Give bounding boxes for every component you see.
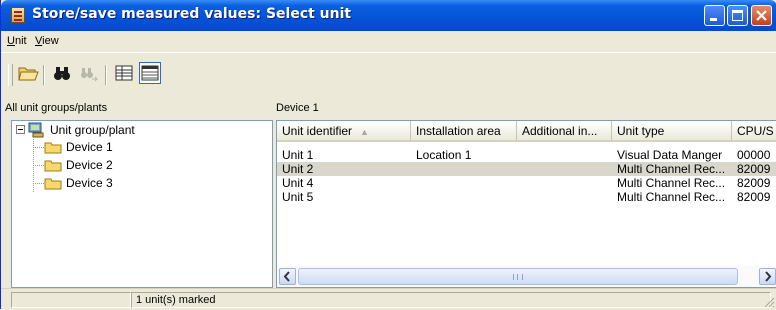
- scroll-right-button[interactable]: [759, 268, 776, 285]
- folder-icon: [44, 178, 62, 190]
- window-title: Store/save measured values: Select unit: [32, 6, 352, 22]
- arrow-left-icon: [283, 271, 290, 282]
- plant-computer-icon: [28, 122, 44, 138]
- status-panel-empty: [11, 292, 131, 308]
- tree-root[interactable]: Unit group/plant: [12, 121, 262, 139]
- column-label: Additional in...: [522, 124, 598, 138]
- close-button[interactable]: [751, 5, 772, 26]
- list-view-icon[interactable]: [139, 62, 161, 84]
- column-header-additional-info[interactable]: Additional in...: [517, 121, 612, 142]
- menu-bar: Unit View: [1, 31, 776, 52]
- folder-icon: [44, 142, 62, 154]
- column-label: Unit identifier: [282, 124, 353, 138]
- collapse-icon[interactable]: [16, 125, 25, 134]
- horizontal-scrollbar[interactable]: [277, 266, 776, 287]
- column-header-unit-identifier[interactable]: Unit identifier ▲: [277, 121, 411, 142]
- open-folder-icon[interactable]: [17, 62, 39, 84]
- minimize-icon: [710, 18, 717, 21]
- tree-connector: [33, 165, 44, 166]
- cell-unit-identifier: Unit 2: [282, 162, 314, 176]
- left-pane-header: All unit groups/plants: [5, 102, 108, 114]
- arrow-right-icon: [765, 271, 772, 282]
- cell-unit-identifier: Unit 4: [282, 176, 314, 190]
- menu-unit-rest: nit: [14, 35, 27, 47]
- minimize-button[interactable]: [704, 5, 725, 26]
- maximize-button[interactable]: [727, 5, 748, 26]
- cell-cpu: 82009: [737, 176, 771, 190]
- close-icon: [756, 10, 767, 21]
- cell-unit-type: Visual Data Manger: [617, 148, 723, 162]
- cell-unit-identifier: Unit 5: [282, 190, 314, 204]
- toolbar-grip[interactable]: [8, 64, 13, 86]
- unit-group-tree[interactable]: Unit group/plant Device 1 Device 2 Devic…: [11, 120, 273, 288]
- sort-ascending-icon: ▲: [360, 127, 369, 137]
- column-header-installation-area[interactable]: Installation area: [411, 121, 517, 142]
- column-header-unit-type[interactable]: Unit type: [612, 121, 732, 142]
- column-label: Unit type: [617, 124, 665, 138]
- tree-connector: [33, 147, 44, 148]
- app-document-icon: [11, 7, 25, 23]
- toolbar-separator: [43, 65, 45, 85]
- maximize-icon: [732, 10, 743, 21]
- folder-icon: [44, 160, 62, 172]
- binoculars-find-icon[interactable]: [51, 62, 73, 84]
- cell-unit-type: Multi Channel Rec...: [617, 176, 726, 190]
- find-next-icon[interactable]: [77, 62, 99, 84]
- tree-root-label: Unit group/plant: [50, 123, 135, 137]
- toolbar-separator: [105, 65, 107, 85]
- column-label: CPU/S: [737, 124, 774, 138]
- status-bar: 1 unit(s) marked: [1, 288, 776, 310]
- cell-cpu: 82009: [737, 162, 771, 176]
- cell-unit-type: Multi Channel Rec...: [617, 162, 726, 176]
- resize-grip-icon[interactable]: [763, 296, 775, 308]
- cell-unit-type: Multi Channel Rec...: [617, 190, 726, 204]
- scroll-left-button[interactable]: [279, 268, 296, 285]
- unit-list-view[interactable]: Unit identifier ▲ Installation area Addit…: [276, 120, 776, 288]
- title-bar[interactable]: Store/save measured values: Select unit: [1, 0, 776, 31]
- right-pane-header: Device 1: [276, 102, 319, 114]
- column-label: Installation area: [416, 124, 501, 138]
- tree-item-label: Device 1: [66, 140, 113, 154]
- tree-connector: [33, 183, 44, 184]
- toolbar: [1, 52, 776, 96]
- scroll-thumb[interactable]: [298, 268, 738, 285]
- status-marked-count: 1 unit(s) marked: [131, 292, 771, 308]
- thumb-grip-icon: [513, 274, 523, 280]
- cell-cpu: 00000: [737, 148, 771, 162]
- menu-unit-accel: U: [7, 35, 15, 47]
- tree-item-device-1[interactable]: Device 1: [12, 138, 262, 156]
- menu-view-rest: iew: [42, 35, 59, 47]
- tree-item-label: Device 2: [66, 158, 113, 172]
- tree-item-label: Device 3: [66, 176, 113, 190]
- column-header-cpu[interactable]: CPU/S: [732, 121, 776, 142]
- cell-unit-identifier: Unit 1: [282, 148, 314, 162]
- menu-unit[interactable]: Unit: [7, 35, 27, 47]
- tree-item-device-2[interactable]: Device 2: [12, 156, 262, 174]
- menu-view[interactable]: View: [35, 35, 59, 47]
- cell-cpu: 82009: [737, 190, 771, 204]
- cell-installation-area: Location 1: [416, 148, 472, 162]
- tree-item-device-3[interactable]: Device 3: [12, 174, 262, 192]
- app-window: Store/save measured values: Select unit …: [0, 0, 776, 310]
- details-view-icon[interactable]: [113, 62, 135, 84]
